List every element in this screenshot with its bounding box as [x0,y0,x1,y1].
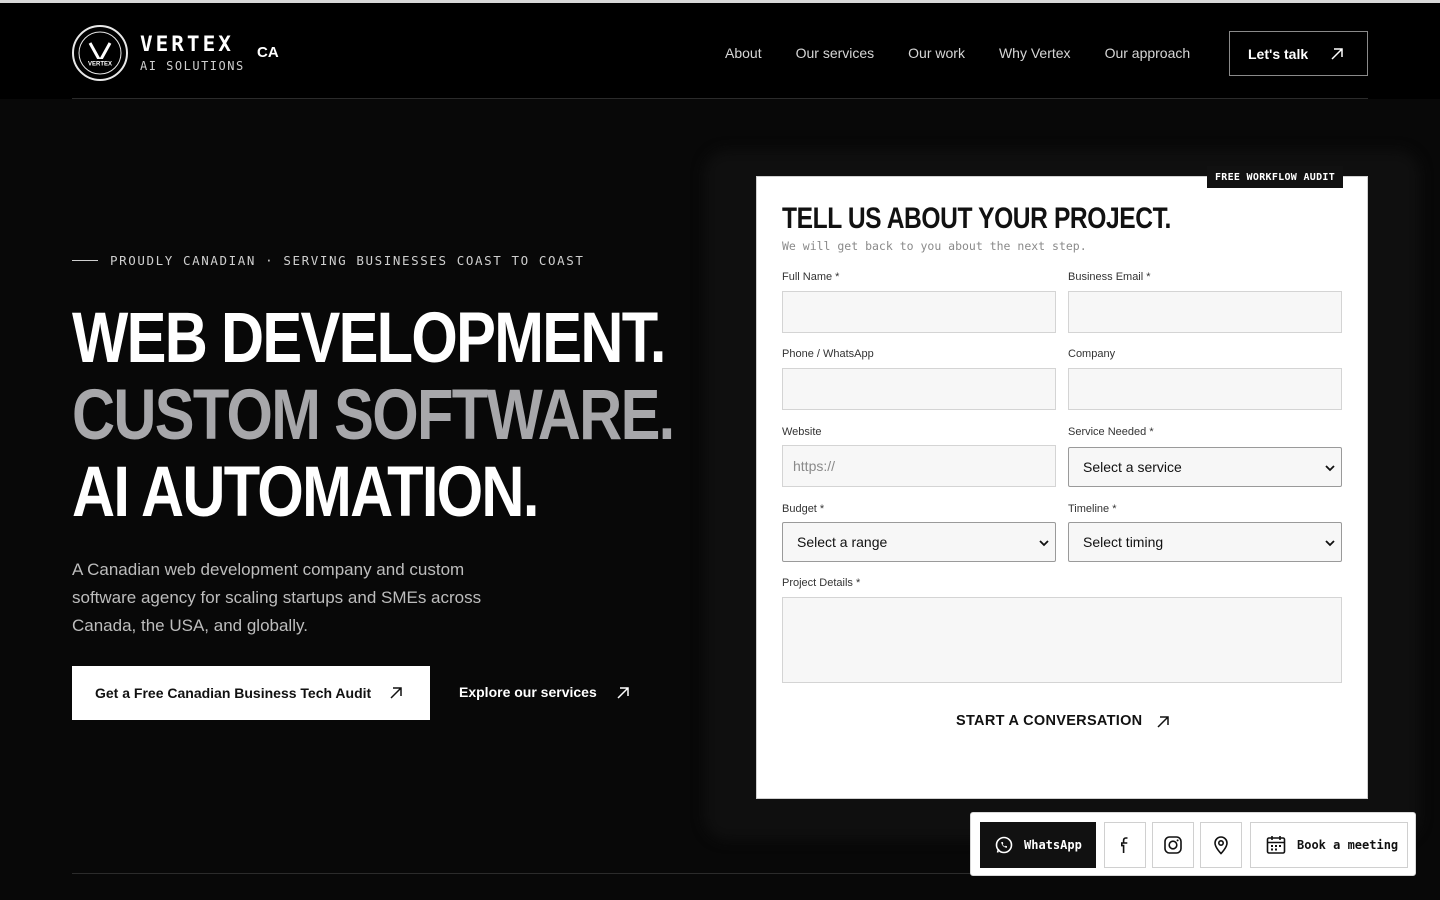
free-workflow-audit-tag: FREE WORKFLOW AUDIT [1207,166,1343,188]
full-name-label: Full Name * [782,271,840,283]
timeline-select-value: Select timing [1083,534,1164,550]
instagram-button[interactable] [1152,822,1194,868]
headline-line-3: AI AUTOMATION. [72,453,539,532]
lets-talk-label: Let's talk [1248,45,1309,62]
instagram-icon [1164,836,1182,854]
region-badge: CA [257,44,279,61]
nav-item-approach[interactable]: Our approach [1105,45,1191,61]
service-select-value: Select a service [1083,459,1182,475]
arrow-up-right-icon [617,687,629,699]
arrow-up-right-icon [390,687,402,699]
whatsapp-icon [995,836,1013,854]
chevron-down-icon [1325,540,1335,547]
phone-input[interactable] [782,368,1056,410]
nav-item-services[interactable]: Our services [796,45,875,61]
facebook-icon [1121,837,1128,853]
map-pin-icon [1214,836,1228,855]
company-label: Company [1068,348,1116,360]
explore-services-label: Explore our services [459,684,597,700]
nav-item-about[interactable]: About [725,45,762,61]
project-form-card: TELL US ABOUT YOUR PROJECT. We will get … [756,176,1368,799]
chevron-down-icon [1039,540,1049,547]
hero-eyebrow: PROUDLY CANADIAN · SERVING BUSINESSES CO… [72,253,585,268]
website-label: Website [782,426,822,438]
timeline-select[interactable]: Select timing [1068,522,1342,562]
company-input[interactable] [1068,368,1342,410]
header-divider [72,98,1368,99]
logo-text: VERTEX [88,62,112,68]
chevron-down-icon [1325,465,1335,472]
website-input[interactable]: https:// [782,445,1056,487]
business-email-label: Business Email * [1068,271,1151,283]
arrow-up-right-icon [1157,716,1169,728]
lets-talk-button[interactable]: Let's talk [1229,31,1368,76]
eyebrow-text: PROUDLY CANADIAN · SERVING BUSINESSES CO… [110,253,585,268]
headline-line-1: WEB DEVELOPMENT. [72,299,666,378]
budget-label: Budget * [782,503,825,515]
phone-label: Phone / WhatsApp [782,348,874,360]
location-button[interactable] [1200,822,1242,868]
brand-subtitle: AI SOLUTIONS [140,59,245,73]
arrow-up-right-icon [1331,48,1343,60]
book-meeting-label: Book a meeting [1297,838,1399,852]
eyebrow-dash [72,260,98,261]
floating-contact-bar: WhatsApp Book a meeting [970,812,1416,876]
form-title: TELL US ABOUT YOUR PROJECT. [782,202,1171,235]
project-details-label: Project Details * [782,577,861,589]
form-subtitle: We will get back to you about the next s… [782,239,1087,253]
full-name-input[interactable] [782,291,1056,333]
budget-select[interactable]: Select a range [782,522,1056,562]
whatsapp-button[interactable]: WhatsApp [980,822,1096,868]
nav-item-work[interactable]: Our work [908,45,965,61]
timeline-label: Timeline * [1068,503,1117,515]
headline-line-2: CUSTOM SOFTWARE. [72,376,675,455]
hero-description: A Canadian web development company and c… [72,560,482,635]
free-audit-button[interactable]: Get a Free Canadian Business Tech Audit [72,666,430,720]
hero-headline: WEB DEVELOPMENT. CUSTOM SOFTWARE. AI AUT… [72,299,675,532]
facebook-button[interactable] [1104,822,1146,868]
whatsapp-label: WhatsApp [1024,838,1082,852]
free-audit-label: Get a Free Canadian Business Tech Audit [95,685,372,701]
explore-services-link[interactable]: Explore our services [459,684,634,700]
brand-name[interactable]: VERTEX [140,32,234,56]
book-meeting-button[interactable]: Book a meeting [1250,822,1408,868]
nav-item-why-vertex[interactable]: Why Vertex [999,45,1071,61]
main-nav: About Our services Our work Why Vertex O… [725,45,1190,61]
service-label: Service Needed * [1068,426,1154,438]
start-conversation-label: START A CONVERSATION [956,713,1143,729]
brand-logo[interactable]: VERTEX [72,25,128,81]
business-email-input[interactable] [1068,291,1342,333]
project-details-textarea[interactable] [782,597,1342,683]
budget-select-value: Select a range [797,534,888,550]
start-conversation-button[interactable]: START A CONVERSATION [956,713,1171,729]
website-placeholder: https:// [793,458,836,474]
service-select[interactable]: Select a service [1068,447,1342,487]
site-header: VERTEX VERTEX AI SOLUTIONS CA About Our … [0,3,1440,99]
calendar-icon [1266,836,1286,854]
